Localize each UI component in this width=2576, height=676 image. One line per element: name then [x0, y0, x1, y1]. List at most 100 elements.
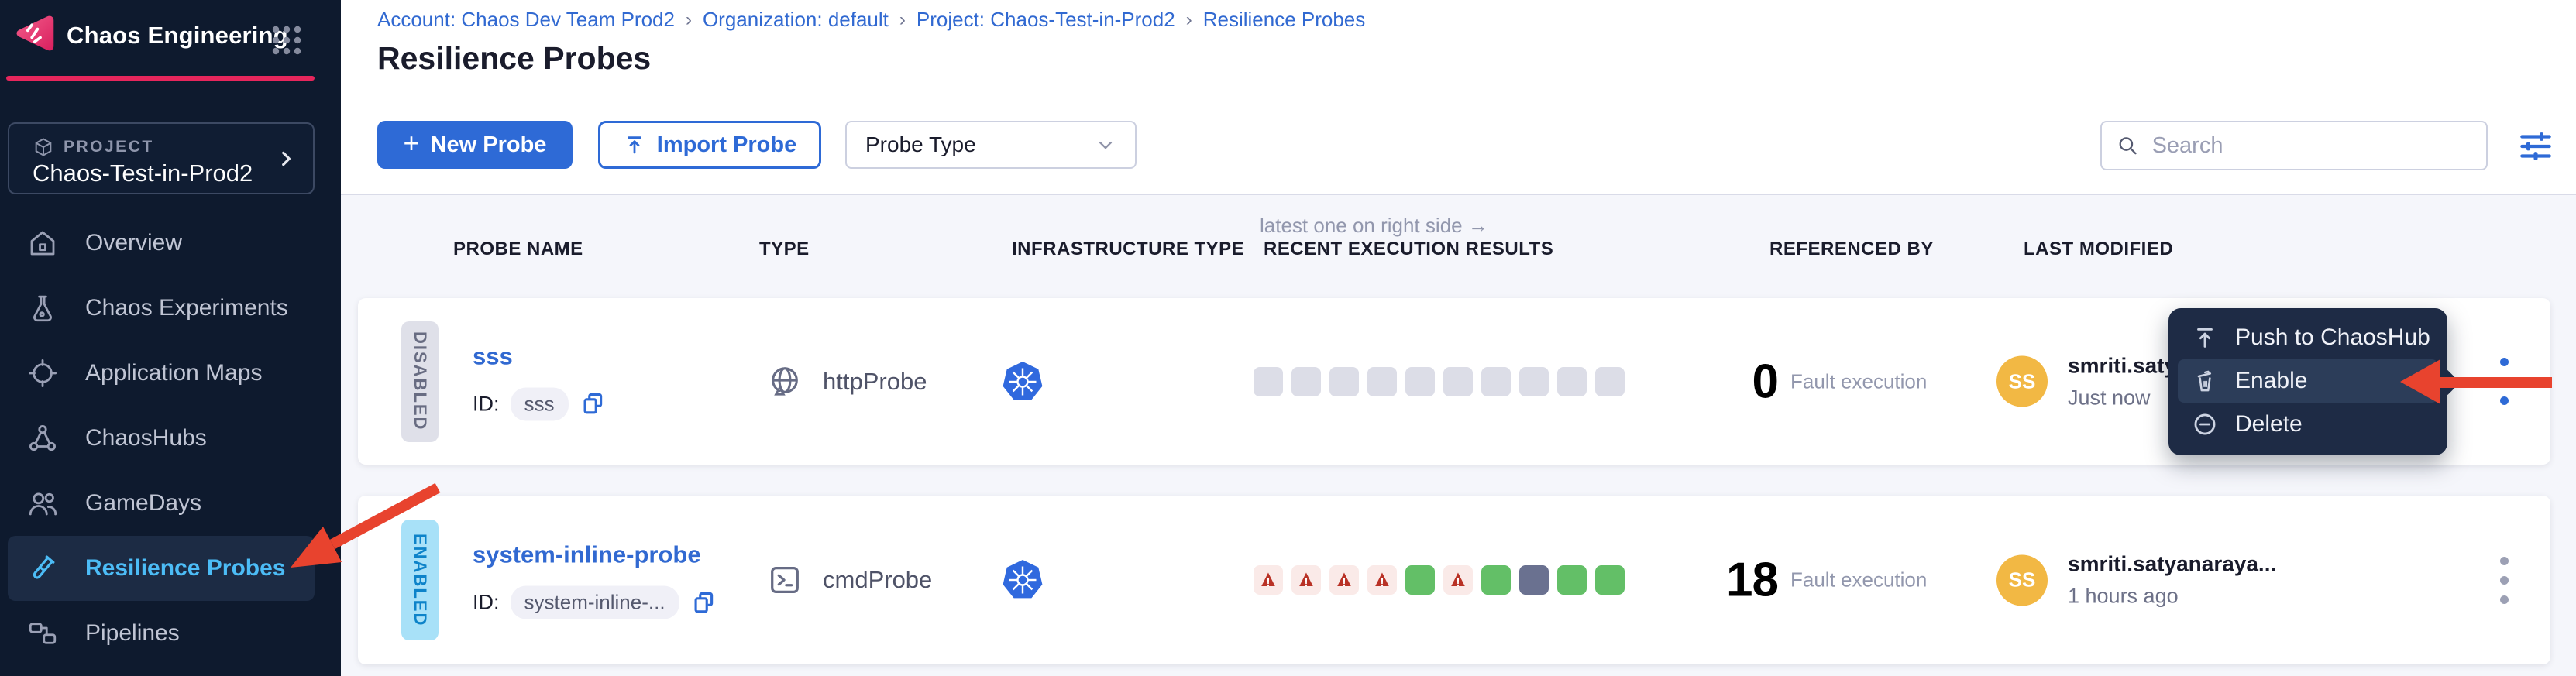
- execution-result-skip: [1519, 565, 1549, 595]
- menu-item-enable[interactable]: Enable: [2178, 359, 2438, 403]
- avatar: SS: [1996, 356, 2048, 407]
- modified-by-user: smriti.saty: [2068, 353, 2176, 378]
- chevron-down-icon: [1095, 134, 1116, 156]
- breadcrumb-organization[interactable]: Organization: default: [703, 8, 889, 32]
- new-probe-label: New Probe: [431, 132, 547, 158]
- home-icon: [26, 227, 59, 259]
- probe-name-link[interactable]: sss: [473, 342, 513, 370]
- probe-type-cell: cmdProbe: [767, 562, 932, 598]
- sidebar-item-label: Chaos Experiments: [85, 295, 288, 321]
- probe-name-link[interactable]: system-inline-probe: [473, 541, 701, 569]
- col-referenced-by: REFERENCED BY: [1769, 238, 1934, 260]
- flask-icon: [26, 292, 59, 324]
- row-actions-menu-button[interactable]: [2488, 347, 2519, 417]
- last-modified-cell: SS smriti.saty Just now: [1996, 353, 2176, 410]
- terminal-icon: [767, 562, 803, 598]
- probe-name-cell: sss ID: sss: [473, 342, 767, 420]
- sidebar-item-application-maps[interactable]: Application Maps: [8, 341, 315, 406]
- sidebar-nav: Overview Chaos Experiments Application M…: [8, 211, 315, 666]
- col-type: TYPE: [759, 238, 810, 260]
- execution-result-none: [1329, 367, 1359, 396]
- globe-icon: [767, 364, 803, 400]
- sidebar: Chaos Engineering PROJECT Chaos-Test-in-…: [0, 0, 341, 676]
- project-selector[interactable]: PROJECT Chaos-Test-in-Prod2: [8, 122, 315, 194]
- execution-result-pass: [1481, 565, 1511, 595]
- breadcrumb-current[interactable]: Resilience Probes: [1203, 8, 1366, 32]
- sidebar-item-chaos-experiments[interactable]: Chaos Experiments: [8, 276, 315, 341]
- execution-result-none: [1367, 367, 1397, 396]
- execution-result-none: [1519, 367, 1549, 396]
- probe-type-value: httpProbe: [823, 368, 927, 396]
- import-probe-button[interactable]: Import Probe: [598, 121, 821, 169]
- sidebar-item-pipelines[interactable]: Pipelines: [8, 601, 315, 666]
- probe-id: sss: [511, 387, 569, 420]
- chaos-engineering-app: Chaos Engineering PROJECT Chaos-Test-in-…: [0, 0, 2576, 676]
- execution-result-none: [1481, 367, 1511, 396]
- probe-type-dropdown[interactable]: Probe Type: [845, 121, 1137, 169]
- sidebar-item-label: Application Maps: [85, 360, 262, 386]
- chaos-logo-icon: [11, 11, 56, 56]
- project-name: Chaos-Test-in-Prod2: [33, 160, 253, 187]
- push-icon: [2192, 324, 2218, 351]
- breadcrumb-separator: ›: [1186, 9, 1192, 31]
- app-header: Chaos Engineering: [0, 0, 341, 81]
- menu-item-delete[interactable]: Delete: [2178, 403, 2438, 446]
- breadcrumb-account[interactable]: Account: Chaos Dev Team Prod2: [377, 8, 675, 32]
- fault-execution-label: Fault execution: [1790, 369, 1927, 393]
- id-label: ID:: [473, 392, 500, 416]
- execution-result-none: [1557, 367, 1587, 396]
- fault-execution-count: 18: [1685, 553, 1778, 608]
- probe-name-cell: system-inline-probe ID: system-inline-..…: [473, 541, 767, 619]
- modified-time: 1 hours ago: [2068, 585, 2276, 609]
- menu-item-push-to-chaoshub[interactable]: Push to ChaosHub: [2178, 316, 2438, 359]
- modified-by-user: smriti.satyanaraya...: [2068, 552, 2276, 577]
- col-probe-name: PROBE NAME: [453, 238, 583, 260]
- execution-results: [1254, 367, 1625, 396]
- fault-execution-label: Fault execution: [1790, 568, 1927, 592]
- execution-result-none: [1405, 367, 1435, 396]
- sidebar-item-label: Pipelines: [85, 620, 180, 647]
- sidebar-item-label: Overview: [85, 230, 182, 256]
- execution-result-pass: [1595, 565, 1625, 595]
- sidebar-item-resilience-probes[interactable]: Resilience Probes: [8, 536, 315, 601]
- copy-icon[interactable]: [690, 589, 717, 616]
- search-input[interactable]: [2152, 133, 2472, 159]
- id-label: ID:: [473, 591, 500, 615]
- app-grid-icon[interactable]: [270, 23, 304, 57]
- menu-item-label: Enable: [2235, 368, 2307, 394]
- execution-result-pass: [1405, 565, 1435, 595]
- sidebar-item-overview[interactable]: Overview: [8, 211, 315, 276]
- probe-type-value: Probe Type: [865, 132, 976, 157]
- execution-result-fail: [1443, 565, 1473, 595]
- new-probe-button[interactable]: + New Probe: [377, 121, 573, 169]
- execution-result-fail: [1367, 565, 1397, 595]
- execution-result-pass: [1557, 565, 1587, 595]
- row-actions-menu-button[interactable]: [2488, 545, 2519, 615]
- test-tube-icon: [26, 552, 59, 585]
- filter-sliders-icon[interactable]: [2516, 127, 2555, 166]
- sidebar-item-gamedays[interactable]: GameDays: [8, 471, 315, 536]
- status-badge: ENABLED: [401, 520, 439, 640]
- sidebar-item-chaoshubs[interactable]: ChaosHubs: [8, 406, 315, 471]
- execution-order-hint: latest one on right side →: [1260, 214, 1488, 238]
- breadcrumb-project[interactable]: Project: Chaos-Test-in-Prod2: [917, 8, 1175, 32]
- modified-time: Just now: [2068, 386, 2176, 410]
- import-probe-label: Import Probe: [657, 132, 796, 158]
- execution-result-none: [1291, 367, 1321, 396]
- referenced-by-cell: 18 Fault execution: [1685, 553, 1927, 608]
- minus-circle-icon: [2192, 411, 2218, 438]
- last-modified-cell: SS smriti.satyanaraya... 1 hours ago: [1996, 552, 2276, 609]
- status-badge: DISABLED: [401, 321, 439, 442]
- copy-icon[interactable]: [580, 391, 606, 417]
- network-icon: [26, 422, 59, 455]
- breadcrumb-separator: ›: [686, 9, 692, 31]
- referenced-by-cell: 0 Fault execution: [1685, 354, 1927, 409]
- app-title: Chaos Engineering: [67, 22, 288, 50]
- project-label: PROJECT: [64, 138, 154, 156]
- probe-type-value: cmdProbe: [823, 566, 932, 594]
- sidebar-item-label: ChaosHubs: [85, 425, 207, 451]
- target-icon: [26, 357, 59, 389]
- probe-id: system-inline-...: [511, 586, 679, 619]
- trash-open-icon: [2192, 368, 2218, 394]
- kubernetes-icon: [1001, 558, 1044, 602]
